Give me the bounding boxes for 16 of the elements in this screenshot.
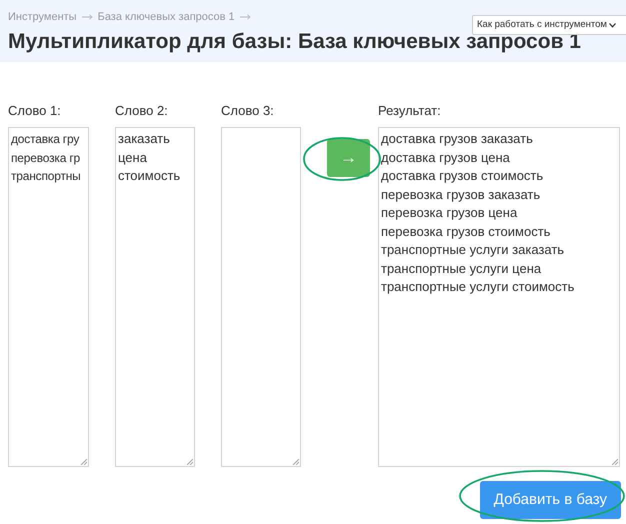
textarea-field[interactable]: доставка гру перевозка гр транспортны [8,127,89,467]
column-label: Слово 3: [221,102,275,120]
arrow-icon [82,14,93,20]
resize-grip-icon[interactable] [81,459,87,465]
resize-grip-icon[interactable] [187,459,193,465]
textarea-field[interactable]: доставка грузов заказать доставка грузов цена доставка грузов стоимость перевозка грузов заказать перевозка грузов цена перевозка грузов стоимость транспортные услуги заказать транспортные услуги цена транспортные услуги стоимость [378,127,620,467]
arrow-icon [240,14,251,20]
column-label: Слово 2: [115,102,169,120]
chevron-icon [608,22,616,28]
help-dropdown[interactable]: Как работать с инструментом [472,15,626,35]
textarea-field[interactable]: заказать цена стоимость [115,127,195,467]
column-label: Слово 1: [8,102,62,120]
resize-grip-icon[interactable] [293,459,299,465]
column-label: Результат: [378,102,442,120]
textarea-field[interactable] [221,127,301,467]
resize-grip-icon[interactable] [612,459,618,465]
